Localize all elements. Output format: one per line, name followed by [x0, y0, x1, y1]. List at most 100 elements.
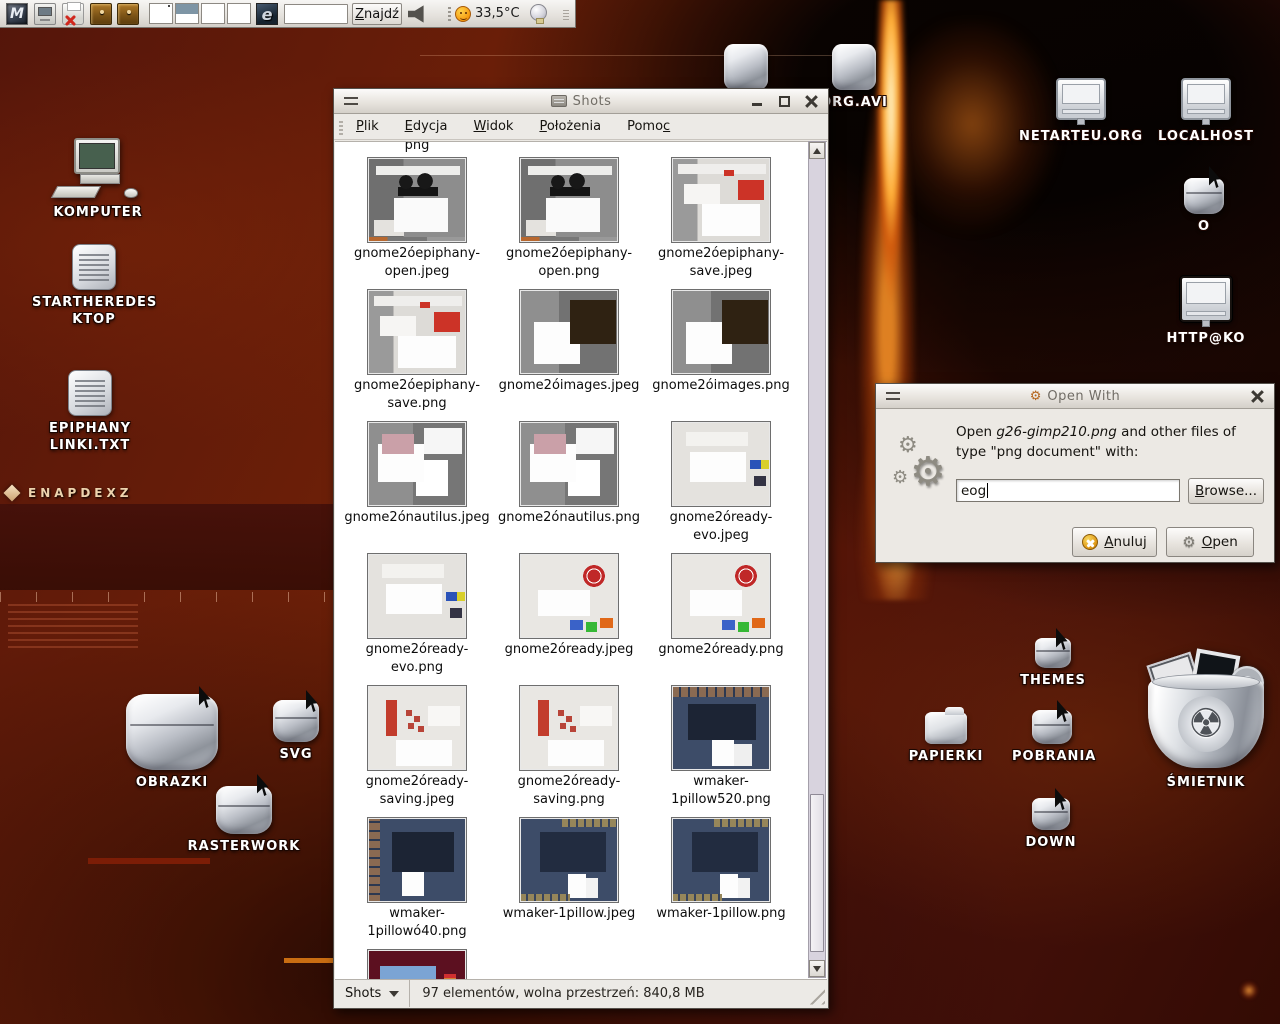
desktop-icon-komputer[interactable]: KOMPUTER — [42, 138, 154, 221]
desktop-icon-smietnik-trash[interactable]: ☢ ŚMIETNIK — [1140, 652, 1272, 791]
file-name: gnome2óepiphany-open.png — [493, 245, 645, 281]
trash-can-icon: ☢ — [1142, 652, 1270, 770]
workspace-2[interactable] — [175, 3, 199, 24]
open-button[interactable]: ⚙ Open — [1166, 527, 1254, 557]
file-item[interactable]: gnome2óready-evo.jpeg — [645, 421, 797, 545]
desktop-icon-httpko[interactable]: HTTP@KO — [1146, 276, 1266, 347]
minimize-button[interactable] — [751, 95, 764, 108]
icon-label: DOWN — [1012, 834, 1090, 851]
file-item[interactable]: gnome2óepiphany-save.png — [341, 289, 493, 413]
menu-pomoc[interactable]: Pomoc — [627, 119, 670, 134]
location-selector[interactable]: Shots — [335, 980, 410, 1007]
shots-titlebar[interactable]: Shots — [334, 89, 828, 114]
file-item[interactable]: wmaker-1pillow.jpeg — [493, 817, 645, 923]
file-item[interactable]: gnome2óready-evo.png — [341, 553, 493, 677]
maximize-button[interactable] — [778, 95, 791, 108]
file-item-partial[interactable] — [341, 949, 493, 979]
file-item[interactable]: gnome2ónautilus.png — [493, 421, 645, 527]
close-button[interactable] — [1251, 390, 1264, 403]
desktop-icon-unlabeled-jar[interactable] — [724, 44, 768, 90]
epiphany-launcher-icon[interactable]: e — [256, 3, 278, 25]
lightbulb-icon[interactable] — [530, 4, 547, 21]
drawer-icon[interactable] — [117, 3, 139, 25]
document-icon — [68, 370, 112, 416]
file-item[interactable]: gnome2óimages.jpeg — [493, 289, 645, 395]
application-input[interactable]: eog — [956, 479, 1180, 502]
menu-polozenia[interactable]: Położenia — [539, 119, 601, 134]
file-name: wmaker-1pillowó40.png — [341, 905, 493, 941]
desktop-icon-netarteu-org[interactable]: NETARTEU.ORG — [1018, 78, 1144, 145]
desktop-icon-themes[interactable]: THEMES — [1012, 638, 1094, 689]
file-view[interactable]: png gnome2óepiphany-open.jpeggnome2óepip… — [335, 141, 827, 979]
file-thumbnail — [519, 421, 619, 507]
file-item[interactable]: gnome2óready-saving.png — [493, 685, 645, 809]
file-item[interactable]: gnome2óepiphany-save.jpeg — [645, 157, 797, 281]
scroll-down-button[interactable] — [809, 960, 825, 977]
workspace-4[interactable] — [227, 3, 251, 24]
resize-grip[interactable] — [803, 983, 825, 1005]
dialog-titlebar[interactable]: ⚙ Open With — [876, 384, 1274, 409]
scrollbar-thumb[interactable] — [810, 794, 824, 952]
panel-handle[interactable] — [563, 8, 569, 20]
workspace-3[interactable] — [201, 3, 225, 24]
find-button[interactable]: Znajdź — [352, 3, 402, 25]
desktop-icon-localhost[interactable]: LOCALHOST — [1146, 78, 1266, 145]
vertical-scrollbar[interactable] — [808, 141, 826, 978]
desktop-icon-startheredesktop[interactable]: STARTHEREDES KTOP — [32, 244, 156, 328]
desktop-icon-pobrania[interactable]: POBRANIA — [1012, 710, 1092, 765]
open-with-dialog: ⚙ Open With ⚙⚙⚙ Open g26-gimp210.png and… — [875, 383, 1275, 563]
file-item[interactable]: wmaker-1pillow.png — [645, 817, 797, 923]
desktop-icon-down[interactable]: DOWN — [1012, 798, 1090, 851]
triangle-down-icon — [813, 966, 821, 972]
icon-label: O — [1168, 218, 1240, 235]
file-item[interactable]: gnome2óready.png — [645, 553, 797, 659]
icon-label: STARTHEREDES KTOP — [32, 294, 156, 328]
icon-label: HTTP@KO — [1146, 330, 1266, 347]
window-menu-icon[interactable] — [344, 97, 358, 105]
speaker-icon[interactable] — [408, 5, 428, 23]
file-thumbnail — [519, 817, 619, 903]
icon-label: KOMPUTER — [42, 204, 154, 221]
desktop-icon-rasterwork[interactable]: RASTERWORK — [184, 786, 304, 855]
menu-plik[interactable]: Plik — [356, 119, 379, 134]
desktop-icon-svg[interactable]: SVG — [258, 700, 334, 763]
scroll-up-button[interactable] — [809, 142, 825, 159]
deskbar-search-input[interactable] — [284, 4, 348, 24]
window-menu-icon[interactable] — [886, 392, 900, 400]
file-item[interactable]: gnome2óepiphany-open.png — [493, 157, 645, 281]
file-item[interactable]: gnome2óimages.png — [645, 289, 797, 395]
file-item[interactable]: gnome2óready.jpeg — [493, 553, 645, 659]
file-thumbnail — [519, 685, 619, 771]
desktop-icon-o[interactable]: O — [1168, 178, 1240, 235]
file-item[interactable]: gnome2óepiphany-open.jpeg — [341, 157, 493, 281]
desktop-icon-obrazki[interactable]: OBRAZKI — [122, 694, 222, 791]
file-item[interactable]: gnome2ónautilus.jpeg — [341, 421, 493, 527]
icon-label: LOCALHOST — [1146, 128, 1266, 145]
gears-icon: ⚙⚙⚙ — [894, 437, 950, 497]
weather-smiley-icon[interactable] — [455, 6, 471, 22]
network-monitor-icon — [1181, 78, 1231, 120]
network-monitor-icon — [1180, 276, 1232, 322]
printer-error-icon[interactable] — [62, 3, 84, 25]
desktop-icon-papierki[interactable]: PAPIERKI — [906, 712, 986, 765]
screenshot-launcher-icon[interactable] — [34, 3, 56, 25]
file-item[interactable]: gnome2óready-saving.jpeg — [341, 685, 493, 809]
browse-button[interactable]: Browse... — [1188, 478, 1264, 504]
desktop-icon-epiphany-linki[interactable]: EPIPHANY LINKI.TXT — [28, 370, 152, 454]
dialog-body: ⚙⚙⚙ Open g26-gimp210.png and other files… — [876, 409, 1274, 564]
wallpaper-enapdexz-label: ENAPDEXZ — [6, 486, 132, 500]
m-launcher-icon[interactable]: M — [6, 3, 28, 25]
cancel-button[interactable]: Anuluj — [1072, 527, 1157, 557]
close-button[interactable] — [805, 95, 818, 108]
file-item[interactable]: wmaker-1pillowó40.png — [341, 817, 493, 941]
file-thumbnail — [671, 817, 771, 903]
menu-edycja[interactable]: Edycja — [405, 119, 448, 134]
dialog-message: Open g26-gimp210.png and other files of … — [956, 422, 1258, 462]
folder-jar-icon — [1032, 798, 1070, 830]
wallpaper-ornament — [1236, 974, 1262, 1004]
menubar-grip[interactable] — [339, 119, 343, 135]
menu-widok[interactable]: Widok — [474, 119, 514, 134]
file-item[interactable]: wmaker-1pillow520.png — [645, 685, 797, 809]
drawer-icon[interactable] — [90, 3, 112, 25]
workspace-1[interactable] — [149, 3, 173, 24]
